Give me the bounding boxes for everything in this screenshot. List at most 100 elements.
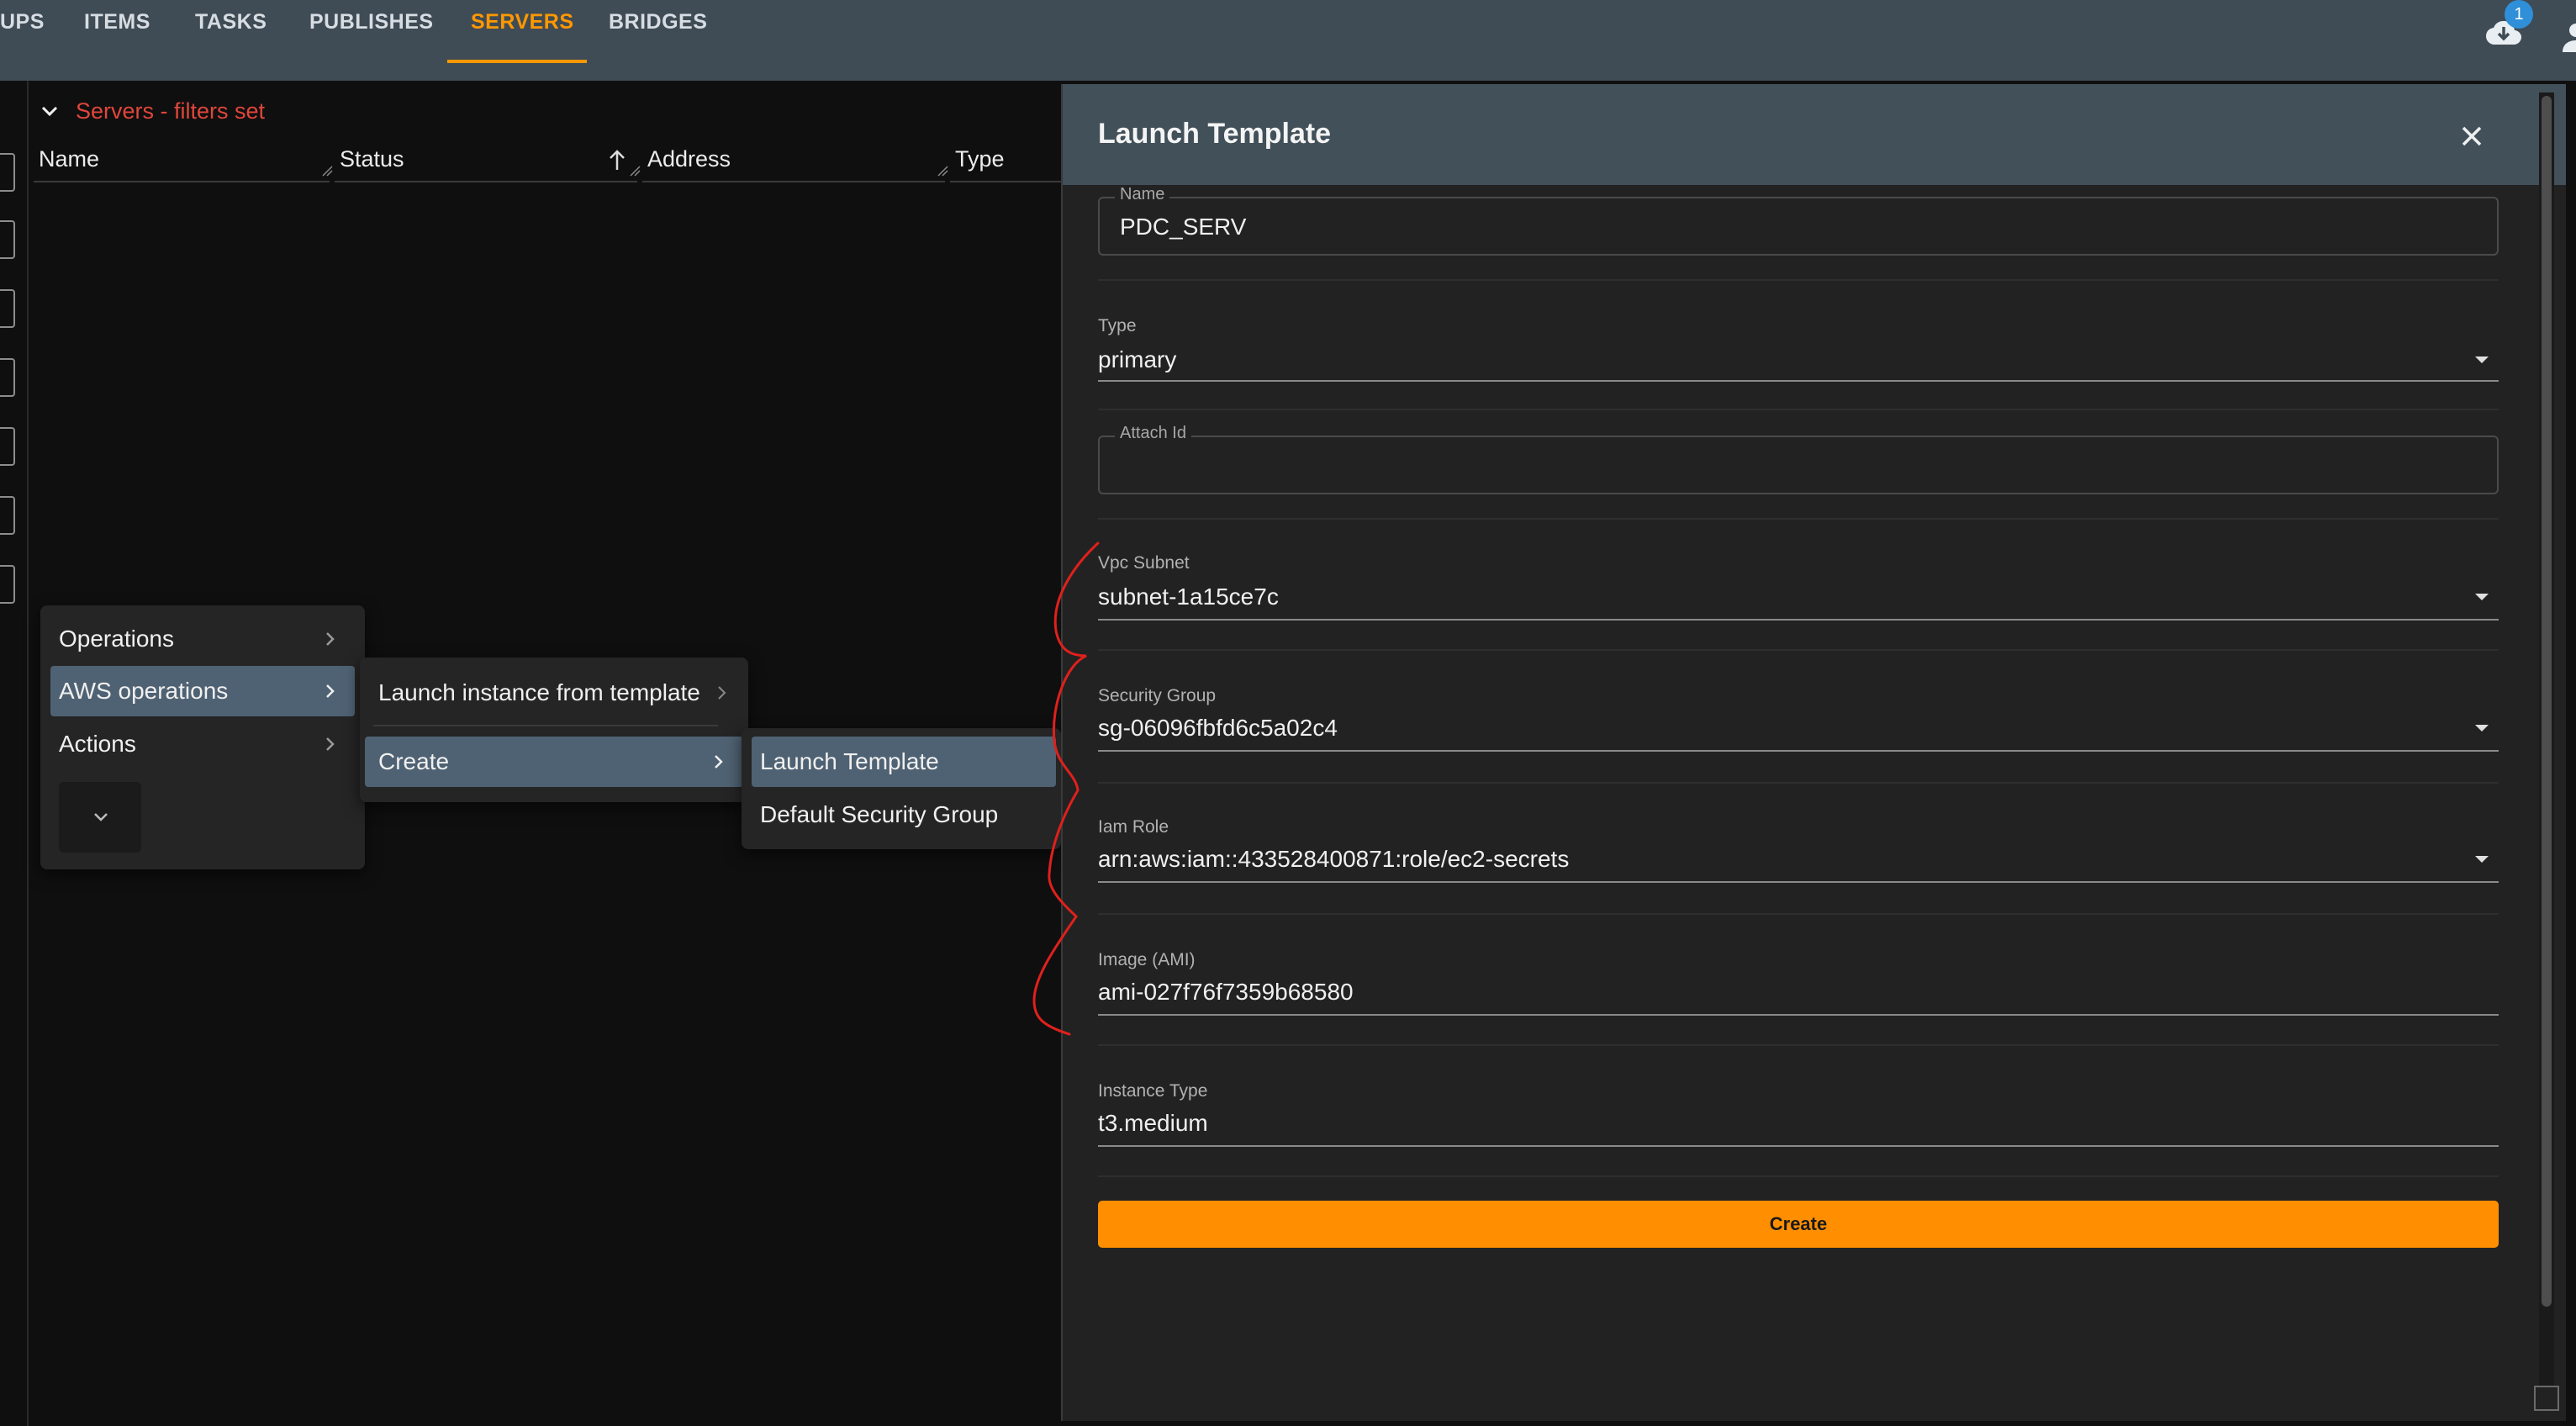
column-header-name[interactable]: Name [39,146,99,172]
chevron-down-icon [41,106,58,117]
menu-item-label: Actions [59,731,136,757]
name-field[interactable]: Name PDC_SERV [1098,185,2499,256]
aws-operations-submenu: Launch instance from template Create [360,658,748,802]
dialog-header: Launch Template [1063,84,2566,185]
chevron-right-icon [715,755,723,768]
field-underline [1098,619,2499,621]
toolbar-button[interactable] [0,565,15,604]
image-ami-input[interactable]: ami-027f76f7359b68580 [1098,979,1354,1006]
field-underline [1098,380,2499,382]
top-navigation: UPS ITEMS TASKS PUBLISHES SERVERS BRIDGE… [0,0,2576,81]
field-underline [1098,881,2499,883]
type-select[interactable]: primary [1098,346,1176,373]
column-divider [642,181,945,182]
field-label: Vpc Subnet [1098,553,1190,573]
toolbar-button[interactable] [0,496,15,535]
column-header-type[interactable]: Type [955,146,1005,172]
dialog-title: Launch Template [1098,118,1332,150]
tab-ups[interactable]: UPS [0,10,45,34]
instance-type-input[interactable]: t3.medium [1098,1110,1208,1137]
left-toolbar [0,81,29,1426]
download-count-badge: 1 [2505,0,2533,29]
tab-items[interactable]: ITEMS [84,10,150,34]
dropdown-arrow-icon[interactable] [2473,355,2490,365]
field-label: Image (AMI) [1098,950,1196,969]
section-divider [1098,279,2499,281]
toolbar-button[interactable] [0,427,15,466]
menu-item-launch-instance-from-template[interactable]: Launch instance from template [365,668,743,718]
vpc-subnet-select[interactable]: subnet-1a15ce7c [1098,584,1279,610]
field-label: Instance Type [1098,1081,1208,1101]
field-underline [1098,1145,2499,1147]
column-resize-handle[interactable] [937,165,948,177]
field-label: Security Group [1098,686,1217,705]
section-divider [1098,1175,2499,1177]
menu-item-label: Launch Template [760,748,939,774]
field-underline [1098,750,2499,752]
menu-item-aws-operations[interactable]: AWS operations [50,666,355,716]
chevron-right-icon [326,737,335,751]
section-divider [1098,782,2499,784]
menu-item-operations[interactable]: Operations [50,614,355,664]
filter-status-text: Servers - filters set [76,98,266,124]
column-header-status[interactable]: Status [340,146,404,172]
field-label: Name [1115,185,1170,204]
active-tab-indicator [447,60,587,63]
column-divider [34,181,330,182]
menu-more-button[interactable] [59,782,141,853]
filter-header[interactable]: Servers - filters set [37,94,265,128]
section-divider [1098,518,2499,520]
field-label: Attach Id [1115,424,1191,443]
menu-item-label: Operations [59,626,174,652]
security-group-select[interactable]: sg-06096fbfd6c5a02c4 [1098,715,1338,742]
app-window: UPS ITEMS TASKS PUBLISHES SERVERS BRIDGE… [0,0,2576,1426]
menu-divider [373,725,718,726]
chevron-right-icon [326,684,335,698]
menu-item-actions[interactable]: Actions [50,719,355,769]
field-underline [1098,1014,2499,1016]
dropdown-arrow-icon[interactable] [2473,723,2490,733]
menu-item-label: Create [378,748,450,774]
attach-id-field[interactable]: Attach Id [1098,424,2499,494]
toolbar-button[interactable] [0,153,15,192]
section-divider [1098,649,2499,651]
sort-ascending-icon[interactable] [607,148,627,172]
dropdown-arrow-icon[interactable] [2473,592,2490,602]
dialog-scrollbar[interactable] [2539,92,2554,1387]
toolbar-button[interactable] [0,358,15,397]
create-submenu: Launch Template Default Security Group [742,728,1061,849]
account-icon[interactable] [2559,20,2576,54]
column-resize-handle[interactable] [629,165,641,177]
menu-item-label: AWS operations [59,678,229,704]
dialog-resize-handle[interactable] [2534,1386,2559,1411]
section-divider [1098,409,2499,410]
tab-servers[interactable]: SERVERS [471,10,574,34]
menu-item-label: Default Security Group [760,801,999,827]
column-divider [950,181,1061,182]
column-header-address[interactable]: Address [647,146,731,172]
tab-publishes[interactable]: PUBLISHES [309,10,434,34]
launch-template-dialog: Launch Template Name PDC_SERV Type prima… [1061,84,2566,1421]
menu-item-default-security-group[interactable]: Default Security Group [752,790,1056,840]
tab-bridges[interactable]: BRIDGES [609,10,707,34]
toolbar-button[interactable] [0,220,15,259]
section-divider [1098,913,2499,915]
scrollbar-thumb[interactable] [2542,96,2552,1307]
column-resize-handle[interactable] [321,165,333,177]
iam-role-select[interactable]: arn:aws:iam::433528400871:role/ec2-secre… [1098,846,1569,873]
field-label: Iam Role [1098,817,1169,837]
tab-tasks[interactable]: TASKS [195,10,267,34]
create-button[interactable]: Create [1098,1201,2499,1248]
toolbar-button[interactable] [0,289,15,328]
context-menu: Operations AWS operations Actions [40,605,365,869]
column-divider [335,181,637,182]
name-value: PDC_SERV [1120,214,1247,240]
chevron-down-icon [94,813,108,821]
dropdown-arrow-icon[interactable] [2473,854,2490,864]
menu-item-create[interactable]: Create [365,737,743,787]
chevron-right-icon [718,686,726,700]
field-label: Type [1098,316,1137,335]
menu-item-launch-template[interactable]: Launch Template [752,737,1056,787]
chevron-right-icon [326,632,335,646]
close-icon[interactable] [2453,118,2490,155]
